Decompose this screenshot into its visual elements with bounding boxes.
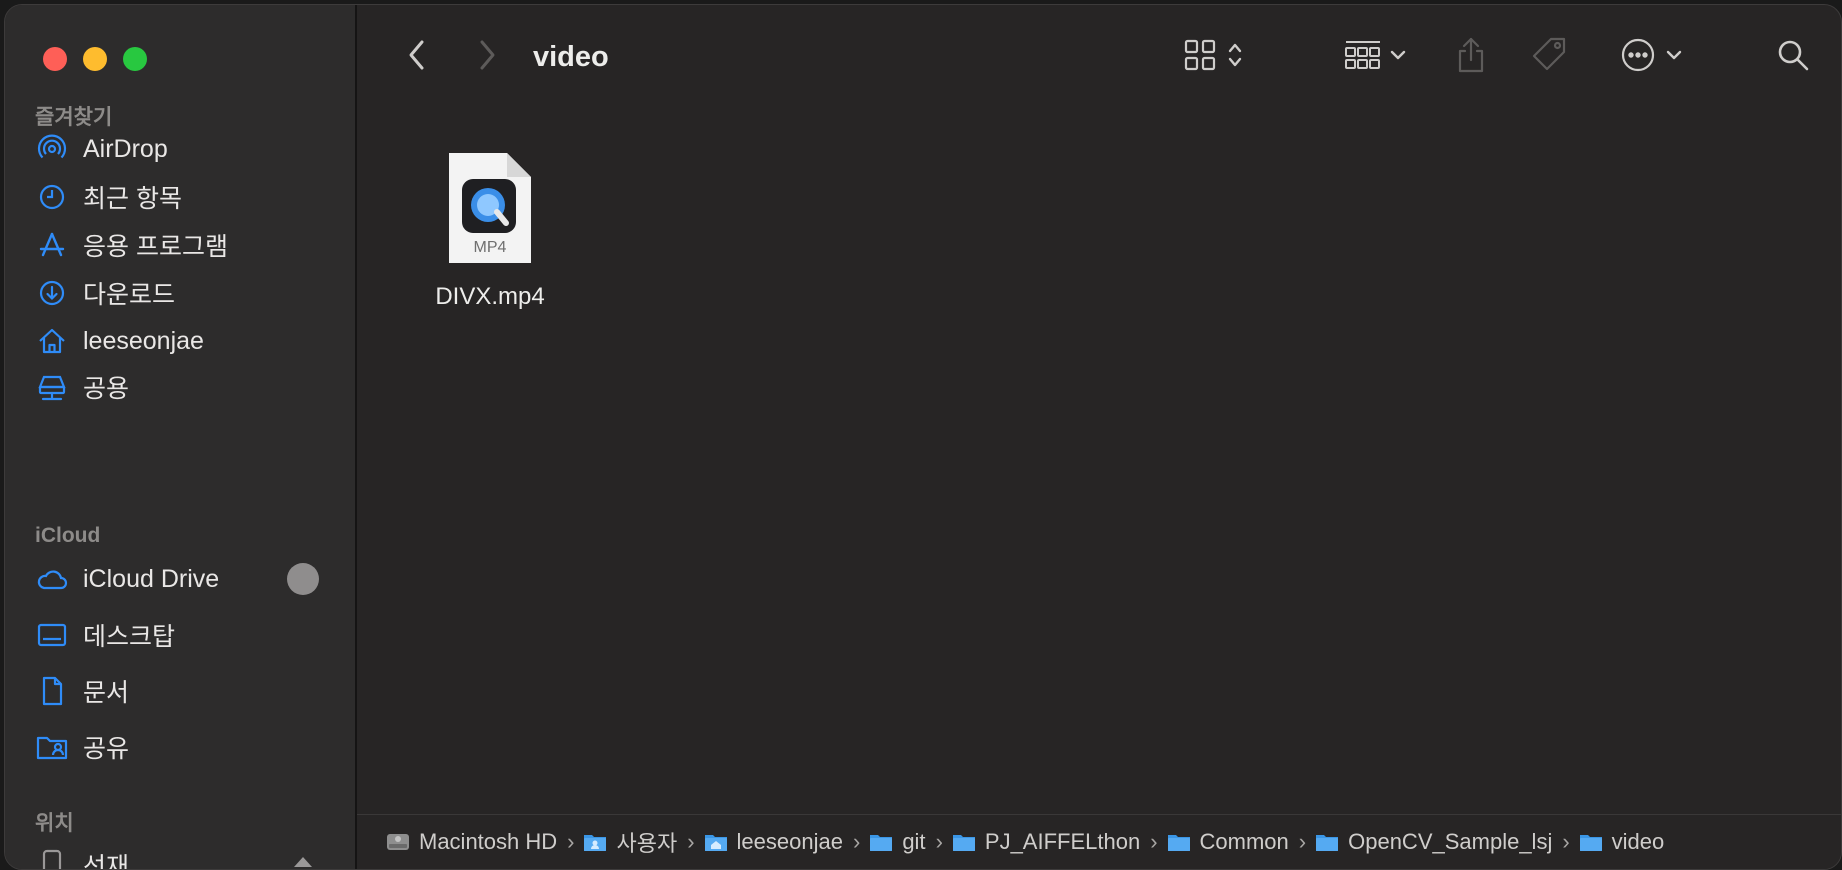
path-item[interactable]: 사용자 › bbox=[582, 826, 695, 858]
sidebar-item-airdrop[interactable]: AirDrop bbox=[35, 127, 345, 171]
search-icon bbox=[1776, 38, 1810, 77]
path-item[interactable]: git › bbox=[868, 829, 943, 855]
file-item[interactable]: MP4 DIVX.mp4 bbox=[417, 149, 557, 310]
folder-icon bbox=[1166, 831, 1192, 853]
group-by-button[interactable] bbox=[1339, 33, 1411, 81]
path-item[interactable]: video bbox=[1578, 829, 1665, 855]
path-item[interactable]: PJ_AIFFELthon › bbox=[951, 829, 1158, 855]
eject-icon[interactable] bbox=[291, 855, 315, 869]
chevron-right-icon: › bbox=[567, 829, 575, 854]
path-item-label: PJ_AIFFELthon bbox=[984, 829, 1141, 854]
sidebar-item-label: 다운로드 bbox=[83, 281, 176, 309]
folder-icon bbox=[1314, 831, 1340, 853]
download-icon bbox=[35, 276, 69, 310]
share-button[interactable] bbox=[1451, 33, 1491, 81]
folder-icon bbox=[951, 831, 977, 853]
home-folder-icon bbox=[703, 831, 729, 853]
more-actions-button[interactable] bbox=[1615, 33, 1687, 81]
hard-drive-icon bbox=[385, 831, 411, 853]
sidebar: 즐겨찾기 AirDrop 최근 항목 응용 프로그램 다운로드 leeseonj… bbox=[5, 5, 357, 869]
sidebar-item-label: 응용 프로그램 bbox=[83, 233, 228, 261]
path-item-label: Macintosh HD bbox=[419, 829, 558, 854]
minimize-button[interactable] bbox=[83, 47, 107, 71]
sidebar-item-applications[interactable]: 응용 프로그램 bbox=[35, 223, 345, 267]
folder-icon bbox=[1578, 831, 1604, 853]
clock-icon bbox=[35, 180, 69, 214]
chevron-right-icon: › bbox=[1562, 829, 1570, 854]
path-item[interactable]: OpenCV_Sample_lsj › bbox=[1314, 829, 1570, 855]
folder-icon bbox=[868, 831, 894, 853]
chevron-right-icon: › bbox=[1298, 829, 1307, 854]
cloud-icon bbox=[35, 562, 69, 596]
path-item-label: git bbox=[902, 829, 926, 854]
chevron-right-icon: › bbox=[852, 829, 861, 854]
grid-view-icon bbox=[1183, 38, 1217, 77]
chevron-right-icon bbox=[477, 39, 497, 76]
path-item-label: video bbox=[1611, 829, 1665, 854]
path-item-label: leeseonjae bbox=[736, 829, 843, 854]
sidebar-item-downloads[interactable]: 다운로드 bbox=[35, 271, 345, 315]
window-title: video bbox=[533, 41, 609, 73]
document-icon bbox=[35, 674, 69, 708]
path-item[interactable]: leeseonjae › bbox=[703, 829, 861, 855]
sidebar-item-label: 선재 bbox=[83, 853, 130, 870]
chevron-right-icon: › bbox=[935, 829, 943, 854]
view-mode-button[interactable] bbox=[1173, 33, 1253, 81]
chevron-down-icon bbox=[1666, 48, 1682, 66]
zoom-button[interactable] bbox=[123, 47, 147, 71]
close-button[interactable] bbox=[43, 47, 67, 71]
group-icon bbox=[1344, 38, 1382, 77]
phone-icon bbox=[35, 848, 69, 869]
file-browser-area: MP4 DIVX.mp4 bbox=[357, 109, 1841, 814]
sidebar-item-documents[interactable]: 문서 bbox=[35, 669, 345, 713]
desktop-icon bbox=[35, 618, 69, 652]
sidebar-item-label: AirDrop bbox=[83, 134, 168, 163]
file-type-badge: MP4 bbox=[473, 239, 507, 256]
sidebar-item-shared-folder[interactable]: 공유 bbox=[35, 725, 345, 769]
shared-drive-icon bbox=[35, 370, 69, 404]
sidebar-item-shared[interactable]: 공용 bbox=[35, 365, 345, 409]
chevron-right-icon: › bbox=[687, 829, 695, 854]
ellipsis-circle-icon bbox=[1620, 37, 1656, 78]
sidebar-item-label: leeseonjae bbox=[83, 326, 204, 355]
tag-button[interactable] bbox=[1527, 33, 1571, 81]
airdrop-icon bbox=[35, 132, 69, 166]
search-button[interactable] bbox=[1771, 33, 1815, 81]
sidebar-item-recents[interactable]: 최근 항목 bbox=[35, 175, 345, 219]
tag-icon bbox=[1529, 35, 1569, 80]
sidebar-item-label: 공용 bbox=[83, 375, 130, 403]
sidebar-item-home[interactable]: leeseonjae bbox=[35, 319, 345, 363]
sidebar-item-desktop[interactable]: 데스크탑 bbox=[35, 613, 345, 657]
path-item-label: OpenCV_Sample_lsj bbox=[1348, 829, 1553, 854]
path-item-label: Common bbox=[1199, 829, 1289, 854]
icloud-sync-progress bbox=[287, 563, 319, 595]
chevron-down-icon bbox=[1390, 48, 1406, 66]
path-item[interactable]: Common › bbox=[1166, 829, 1307, 855]
sidebar-item-label: 데스크탑 bbox=[83, 623, 176, 651]
finder-window: 즐겨찾기 AirDrop 최근 항목 응용 프로그램 다운로드 leeseonj… bbox=[4, 4, 1842, 870]
sidebar-item-label: 공유 bbox=[83, 735, 130, 763]
sidebar-item-label: 최근 항목 bbox=[83, 185, 182, 213]
chevron-right-icon: › bbox=[1150, 829, 1158, 854]
up-down-chevron-icon bbox=[1227, 41, 1243, 74]
path-item[interactable]: Macintosh HD › bbox=[385, 829, 574, 855]
home-icon bbox=[35, 324, 69, 358]
path-item-label: 사용자 bbox=[616, 831, 678, 856]
chevron-left-icon bbox=[407, 39, 427, 76]
back-button[interactable] bbox=[397, 35, 437, 79]
path-bar: Macintosh HD › 사용자 › leeseonjae › git › bbox=[357, 814, 1841, 869]
share-icon bbox=[1456, 36, 1486, 79]
file-name: DIVX.mp4 bbox=[435, 283, 545, 310]
sidebar-item-label: 문서 bbox=[83, 679, 130, 707]
folder-icon bbox=[582, 831, 608, 853]
shared-folder-icon bbox=[35, 730, 69, 764]
locations-section-label: 위치 bbox=[35, 812, 74, 835]
applications-icon bbox=[35, 228, 69, 262]
icloud-section-label: iCloud bbox=[35, 524, 101, 547]
forward-button[interactable] bbox=[467, 35, 507, 79]
sidebar-item-label: iCloud Drive bbox=[83, 564, 220, 593]
